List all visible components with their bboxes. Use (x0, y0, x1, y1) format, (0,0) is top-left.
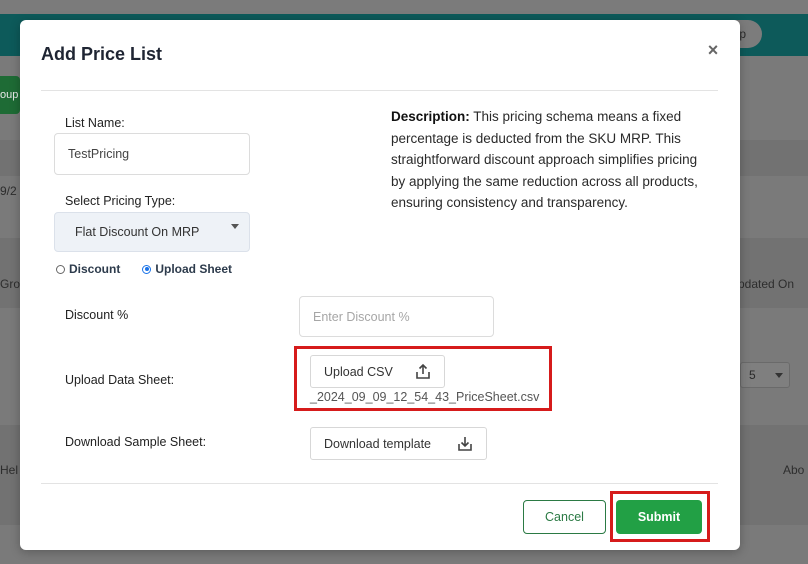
close-icon[interactable]: × (704, 40, 722, 60)
discount-radio-label: Discount (69, 262, 121, 276)
chevron-down-icon (231, 224, 239, 229)
list-name-input[interactable]: TestPricing (54, 133, 250, 175)
pricing-description: Description: This pricing schema means a… (391, 106, 711, 214)
modal-title: Add Price List (41, 44, 163, 64)
download-sample-label: Download Sample Sheet: (65, 435, 207, 449)
upload-sheet-radio-option[interactable]: Upload Sheet (142, 262, 232, 276)
chevron-down-icon (775, 373, 783, 378)
mode-radio-group: Discount Upload Sheet (56, 262, 232, 276)
upload-csv-label: Upload CSV (324, 364, 393, 379)
background-help-link: Hel (0, 463, 19, 477)
description-heading: Description: (391, 109, 470, 124)
list-name-label: List Name: (65, 116, 125, 130)
background-updated-on-header: pdated On (738, 277, 795, 291)
upload-icon (416, 363, 430, 379)
upload-sheet-radio[interactable] (142, 264, 152, 274)
upload-data-sheet-label: Upload Data Sheet: (65, 373, 175, 387)
pricing-type-value: Flat Discount On MRP (75, 225, 200, 239)
submit-button[interactable]: Submit (616, 500, 702, 534)
background-group-button: oup (0, 76, 20, 114)
header-divider (41, 90, 718, 91)
description-text: This pricing schema means a fixed percen… (391, 109, 698, 210)
pricing-type-select[interactable]: Flat Discount On MRP (54, 212, 250, 252)
background-rows-per-page: 5 (740, 362, 790, 388)
discount-radio-option[interactable]: Discount (56, 262, 120, 276)
discount-percent-input[interactable]: Enter Discount % (299, 296, 494, 337)
footer-divider (41, 483, 718, 484)
download-icon (458, 437, 472, 451)
download-template-button[interactable]: Download template (310, 427, 487, 460)
discount-radio[interactable] (56, 264, 65, 274)
uploaded-file-name: _2024_09_09_12_54_43_PriceSheet.csv (310, 390, 540, 404)
add-price-list-modal: Add Price List × List Name: TestPricing … (20, 20, 740, 550)
upload-sheet-radio-label: Upload Sheet (155, 262, 233, 276)
cancel-button[interactable]: Cancel (523, 500, 606, 534)
discount-percent-label: Discount % (65, 308, 129, 322)
background-rows-value: 5 (749, 368, 756, 382)
background-date-text: 9/2 (0, 184, 17, 198)
download-template-label: Download template (324, 436, 432, 451)
background-about-link: Abo (783, 463, 805, 477)
upload-csv-button[interactable]: Upload CSV (310, 355, 445, 388)
pricing-type-label: Select Pricing Type: (65, 194, 176, 208)
